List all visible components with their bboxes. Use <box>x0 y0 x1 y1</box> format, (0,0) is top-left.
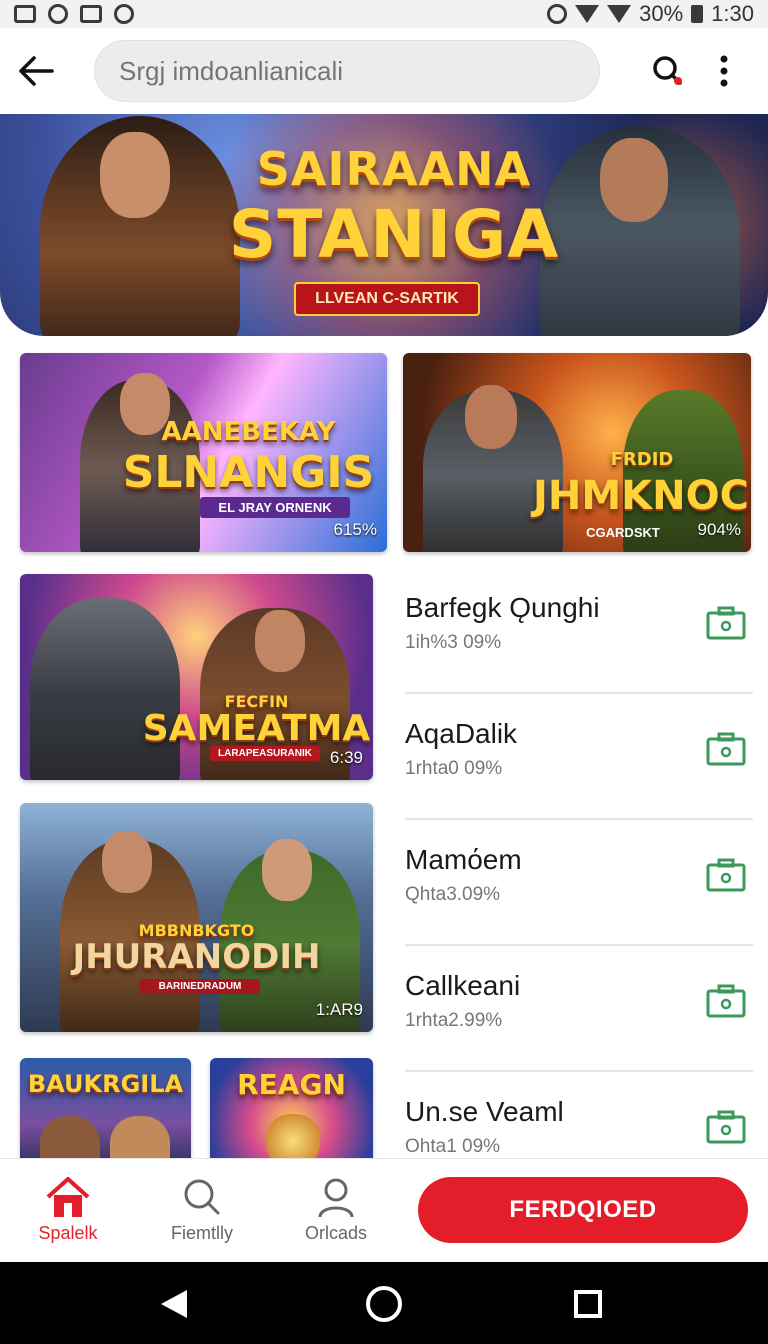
nav-item-profile[interactable]: Orlcads <box>276 1175 396 1244</box>
battery-icon <box>691 5 704 23</box>
app-notification-icon <box>80 5 102 23</box>
gear-notification-icon <box>114 4 134 24</box>
image-notification-icon <box>14 5 36 23</box>
system-home-icon[interactable] <box>362 1282 406 1326</box>
nav-item-search[interactable]: Fiemtlly <box>142 1175 262 1244</box>
system-recents-icon[interactable] <box>566 1282 610 1326</box>
hero-title-line1: SAIRAANA <box>256 142 532 196</box>
app-bar <box>0 28 768 114</box>
camera-icon[interactable] <box>706 858 746 894</box>
card-percent: 615% <box>333 520 377 539</box>
battery-percent: 30% <box>639 1 684 26</box>
card-title-line1: AANEBEKAY <box>161 417 336 447</box>
list-item-title: AqaDalik <box>405 718 518 749</box>
home-icon <box>46 1177 90 1217</box>
list-item-title: Mamόem <box>405 844 522 875</box>
person-icon <box>318 1178 354 1218</box>
hero-title-line2: STANIGA <box>228 196 560 273</box>
tile-title: REAGN <box>237 1068 346 1101</box>
tile-character-head <box>102 831 152 893</box>
tile-subtitle: LARAPEASURANIK <box>210 746 320 761</box>
featured-game-card[interactable]: FRDID JHMKNOCH CGARDSKT 904% <box>403 353 751 552</box>
tile-character-head <box>255 610 305 672</box>
clock: 1:30 <box>711 1 754 26</box>
system-back-icon[interactable] <box>152 1282 196 1326</box>
status-icons-left <box>14 4 134 24</box>
list-item-subtitle: Ohta1 09% <box>405 1136 501 1157</box>
more-vert-icon[interactable] <box>714 51 734 91</box>
tile-character-head <box>262 839 312 901</box>
camera-icon[interactable] <box>706 732 746 768</box>
tile-title: BAUKRGILA <box>27 1070 184 1098</box>
list-item-subtitle: 1rhta2.99% <box>405 1010 503 1031</box>
camera-icon[interactable] <box>706 984 746 1020</box>
signal-icon <box>607 5 632 23</box>
card-subtitle: CGARDSKT <box>586 525 660 540</box>
nav-item-label: Spalelk <box>38 1223 98 1243</box>
hero-banner[interactable]: SAIRAANA STANIGA LLVEAN C-SARTIK <box>0 114 768 336</box>
list-item[interactable]: Callkeani 1rhta2.99% <box>405 946 753 1072</box>
hero-subtitle-badge: LLVEAN C-SARTIK <box>294 282 480 316</box>
list-item[interactable]: Mamόem Qhta3.09% <box>405 820 753 946</box>
bottom-navigation: Spalelk Fiemtlly Orlcads FERDQIOED <box>0 1158 768 1262</box>
game-tile[interactable]: REAGN <box>210 1058 373 1168</box>
settings-notification-icon <box>48 4 68 24</box>
game-tile[interactable]: MBBNBKGTO JHURANODIH BARINEDRADUM 1:AR9 <box>20 803 373 1032</box>
card-title-line1: FRDID <box>610 449 674 470</box>
tile-title-line2: SAMEATMA <box>142 708 371 749</box>
list-item[interactable]: Barfegk Ǫunghi 1ih%3 09% <box>405 568 753 694</box>
list-item-title: Callkeani <box>405 970 521 1001</box>
card-title-line2: JHMKNOCH <box>533 473 751 519</box>
sync-icon <box>547 4 568 24</box>
back-arrow-icon[interactable] <box>16 51 56 91</box>
card-title-line2: SLNANGIS <box>122 447 375 498</box>
camera-icon[interactable] <box>706 606 746 642</box>
tile-subtitle: BARINEDRADUM <box>140 979 260 994</box>
card-subtitle: EL JRAY ORNENK <box>200 497 350 518</box>
list-item[interactable]: AqaDalik 1rhta0 09% <box>405 694 753 820</box>
search-icon[interactable] <box>648 51 688 91</box>
status-bar: 30% 1:30 <box>0 0 768 28</box>
camera-icon[interactable] <box>706 1110 746 1146</box>
list-item-subtitle: Qhta3.09% <box>405 884 501 905</box>
list-item-subtitle: 1rhta0 09% <box>405 758 503 779</box>
list-item-title: Barfegk Ǫunghi <box>405 592 600 623</box>
search-bar[interactable] <box>94 40 600 102</box>
featured-game-card[interactable]: AANEBEKAY SLNANGIS EL JRAY ORNENK 615% <box>20 353 387 552</box>
card-percent: 904% <box>697 520 741 539</box>
primary-action-button[interactable]: FERDQIOED <box>418 1177 748 1243</box>
search-input[interactable] <box>119 55 575 87</box>
status-icons-right: 30% 1:30 <box>547 1 754 27</box>
tile-title-line2: JHURANODIH <box>72 937 321 977</box>
nav-item-label: Fiemtlly <box>171 1223 233 1243</box>
nav-item-home[interactable]: Spalelk <box>8 1175 128 1244</box>
game-tile[interactable]: FECFIN SAMEATMA LARAPEASURANIK 6:39 <box>20 574 373 780</box>
list-item-title: Un.se Veaml <box>405 1096 564 1127</box>
search-icon <box>184 1179 220 1215</box>
nav-item-label: Orlcads <box>304 1223 367 1243</box>
list-item-subtitle: 1ih%3 09% <box>405 632 502 653</box>
tile-character-left <box>30 598 180 780</box>
game-tile[interactable]: BAUKRGILA <box>20 1058 191 1168</box>
tile-count: 6:39 <box>329 748 363 767</box>
system-navigation-bar <box>0 1262 768 1344</box>
card-character-head <box>465 385 517 449</box>
tile-count: 1:AR9 <box>315 1000 363 1019</box>
wifi-icon <box>575 5 600 23</box>
